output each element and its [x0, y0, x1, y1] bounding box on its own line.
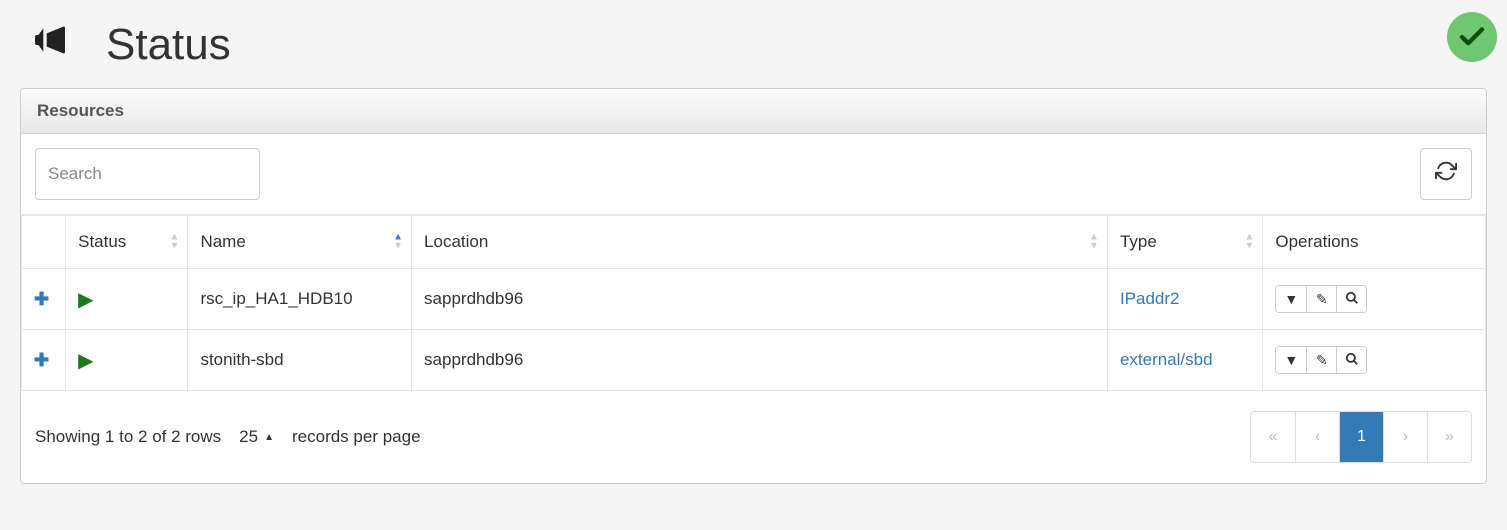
refresh-icon [1435, 160, 1457, 188]
chevron-down-icon: ▼ [1284, 291, 1298, 307]
search-input[interactable] [35, 148, 260, 200]
col-status-label: Status [78, 232, 126, 251]
col-type-label: Type [1120, 232, 1157, 251]
page-last-button[interactable]: » [1427, 412, 1471, 462]
cell-name: stonith-sbd [188, 330, 412, 391]
col-status[interactable]: Status ▲▼ [66, 216, 188, 269]
operations-group: ▼ ✎ [1275, 285, 1367, 313]
col-operations: Operations [1263, 216, 1486, 269]
col-type[interactable]: Type ▲▼ [1107, 216, 1262, 269]
pencil-icon: ✎ [1316, 291, 1328, 308]
edit-button[interactable]: ✎ [1306, 286, 1336, 312]
page-size-selector[interactable]: 25 ▲ [239, 427, 274, 447]
col-name[interactable]: Name ▲▼ [188, 216, 412, 269]
paginator: « ‹ 1 › » [1250, 411, 1472, 463]
page-number-current[interactable]: 1 [1339, 412, 1383, 462]
page-first-button[interactable]: « [1251, 412, 1295, 462]
chevron-down-icon: ▼ [1284, 352, 1298, 368]
type-link[interactable]: IPaddr2 [1120, 289, 1180, 308]
col-expand [22, 216, 66, 269]
pencil-icon: ✎ [1316, 352, 1328, 369]
cell-location: sapprdhdb96 [412, 269, 1108, 330]
operations-menu-button[interactable]: ▼ [1276, 347, 1306, 373]
col-name-label: Name [200, 232, 245, 251]
resources-table: Status ▲▼ Name ▲▼ Location [21, 215, 1486, 391]
type-link[interactable]: external/sbd [1120, 350, 1213, 369]
table-toolbar [21, 134, 1486, 215]
col-location-label: Location [424, 232, 488, 251]
page-size-value: 25 [239, 427, 258, 447]
running-icon: ▶ [78, 289, 93, 311]
table-row: ✚ ▶ rsc_ip_HA1_HDB10 sapprdhdb96 IPaddr2… [22, 269, 1486, 330]
expand-row-button[interactable]: ✚ [34, 350, 49, 370]
sort-icon: ▲▼ [1089, 234, 1099, 251]
rows-summary: Showing 1 to 2 of 2 rows [35, 427, 221, 447]
details-button[interactable] [1336, 347, 1366, 373]
caret-up-icon: ▲ [264, 432, 274, 443]
page-title-row: Status [20, 20, 1487, 70]
sort-icon: ▲▼ [1244, 234, 1254, 251]
page-title: Status [106, 20, 231, 70]
running-icon: ▶ [78, 350, 93, 372]
page-size-suffix: records per page [292, 427, 421, 447]
sort-icon: ▲▼ [393, 234, 403, 251]
table-row: ✚ ▶ stonith-sbd sapprdhdb96 external/sbd… [22, 330, 1486, 391]
operations-menu-button[interactable]: ▼ [1276, 286, 1306, 312]
cell-name: rsc_ip_HA1_HDB10 [188, 269, 412, 330]
details-button[interactable] [1336, 286, 1366, 312]
expand-row-button[interactable]: ✚ [34, 289, 49, 309]
cell-location: sapprdhdb96 [412, 330, 1108, 391]
bullhorn-icon [30, 20, 70, 70]
operations-group: ▼ ✎ [1275, 346, 1367, 374]
table-footer: Showing 1 to 2 of 2 rows 25 ▲ records pe… [21, 391, 1486, 483]
search-icon [1345, 291, 1359, 308]
page-next-button[interactable]: › [1383, 412, 1427, 462]
sort-icon: ▲▼ [170, 234, 180, 251]
page-prev-button[interactable]: ‹ [1295, 412, 1339, 462]
edit-button[interactable]: ✎ [1306, 347, 1336, 373]
panel-heading: Resources [21, 89, 1486, 134]
search-icon [1345, 352, 1359, 369]
cluster-status-ok-icon [1447, 12, 1497, 62]
resources-panel: Resources [20, 88, 1487, 484]
col-location[interactable]: Location ▲▼ [412, 216, 1108, 269]
col-operations-label: Operations [1275, 232, 1358, 251]
refresh-button[interactable] [1420, 148, 1472, 200]
